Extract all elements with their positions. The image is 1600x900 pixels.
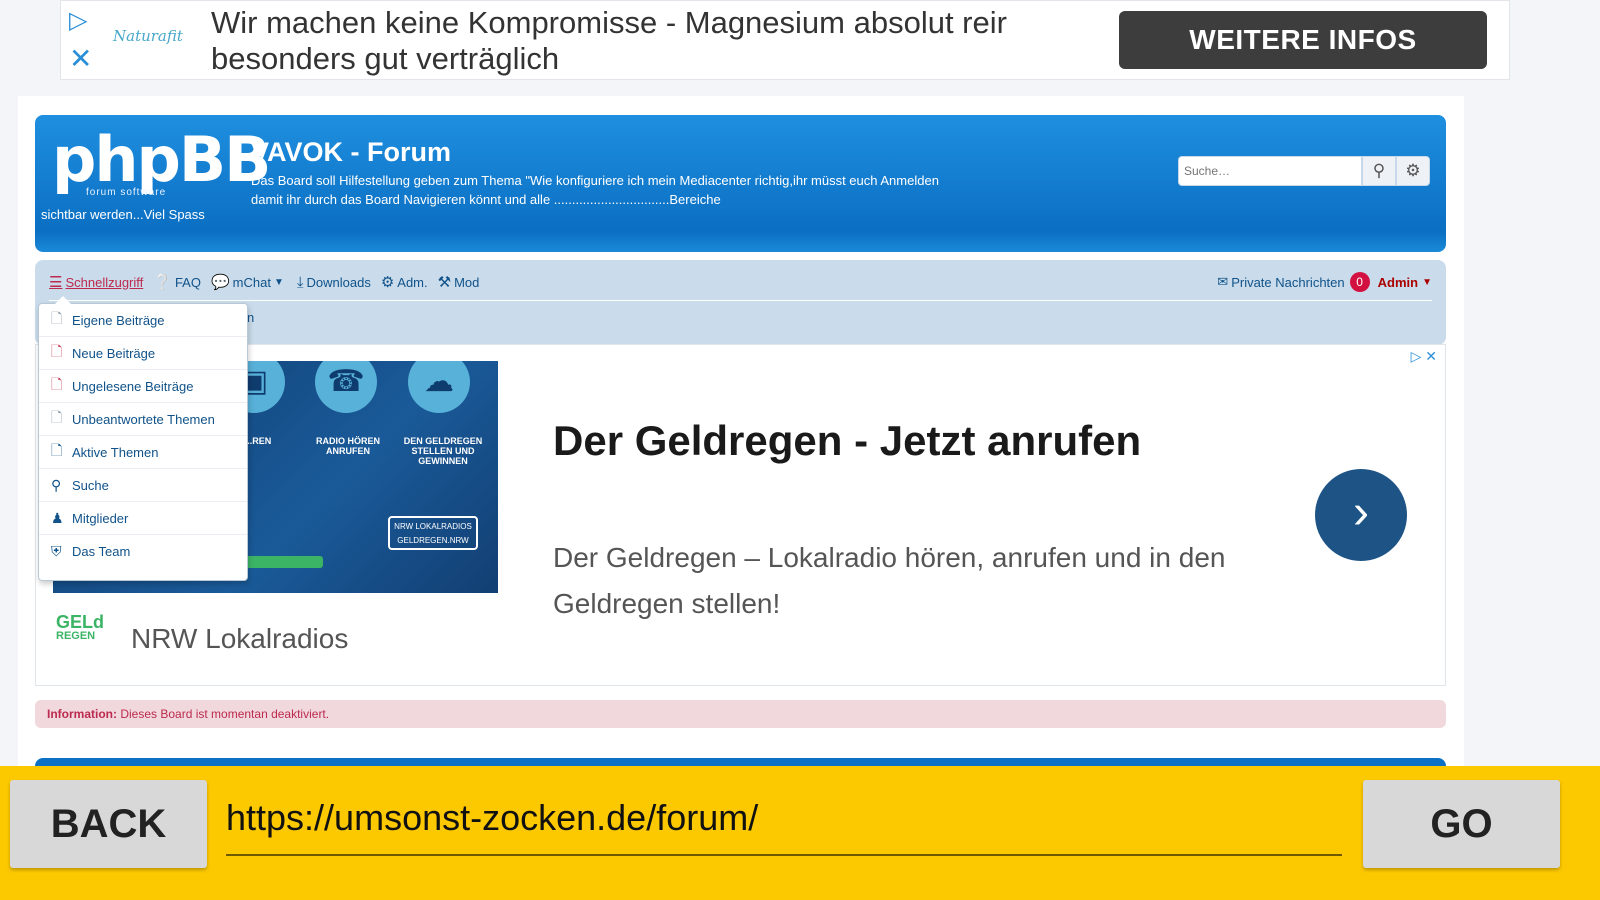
dropdown-item-own-posts[interactable]: 🗋 Eigene Beiträge	[39, 304, 247, 337]
nav-mchat[interactable]: 💬 mChat ▼	[211, 273, 287, 291]
pm-count-badge: 0	[1349, 272, 1370, 292]
dropdown-item-label: Eigene Beiträge	[72, 312, 165, 328]
user-menu-admin[interactable]: Admin	[1378, 275, 1418, 290]
close-icon[interactable]: ✕	[69, 45, 97, 73]
logo-text: phpBB	[52, 123, 271, 196]
nav-links: ☰ Schnellzugriff ❔ FAQ 💬 mChat ▼ ⤓ Downl…	[49, 270, 489, 294]
menu-icon: ☰	[49, 274, 63, 291]
group-icon: ♟	[51, 509, 64, 526]
search-input[interactable]	[1178, 156, 1362, 186]
dropdown-item-label: Aktive Themen	[72, 444, 159, 460]
nav-downloads-label: Downloads	[306, 274, 371, 290]
nav-divider	[49, 300, 1432, 301]
nav-quick-label: Schnellzugriff	[65, 274, 144, 290]
envelope-icon: ✉	[1217, 274, 1229, 289]
forum-header: phpBB forum software VAVOK - Forum Das B…	[35, 115, 1446, 252]
dropdown-item-search[interactable]: ⚲ Suche	[39, 469, 247, 502]
chat-icon: 💬	[210, 274, 230, 291]
nav-faq-label: FAQ	[174, 274, 201, 290]
site-title[interactable]: VAVOK - Forum	[251, 137, 451, 168]
search-button[interactable]: ⚲	[1362, 156, 1396, 186]
caret-down-icon: ▼	[1422, 276, 1432, 288]
caret-down-icon: ▼	[273, 276, 284, 288]
dropdown-item-label: Mitglieder	[72, 510, 129, 526]
nav-adm[interactable]: ⚙ Adm.	[381, 273, 428, 291]
dropdown-item-new-posts[interactable]: 🗋 Neue Beiträge	[39, 337, 247, 370]
nav-private-messages[interactable]: Private Nachrichten	[1231, 275, 1344, 290]
dropdown-item-label: Suche	[72, 477, 109, 493]
advanced-search-button[interactable]: ⚙	[1396, 156, 1430, 186]
nav-mchat-label: mChat	[232, 274, 271, 290]
dropdown-item-members[interactable]: ♟ Mitglieder	[39, 502, 247, 535]
ad-brand-logo-top: GELd	[56, 612, 104, 632]
ad-body: Der Geldregen – Lokalradio hören, anrufe…	[553, 542, 1226, 619]
chevron-right-icon: ›	[1353, 486, 1369, 539]
file-icon: 🗋	[51, 310, 63, 326]
ad-brand-logo: Naturafit	[113, 27, 183, 45]
logo-subtext: forum software	[86, 187, 167, 198]
adchoices-icon[interactable]: ▷ ✕	[1411, 348, 1437, 365]
nav-faq[interactable]: ❔ FAQ	[153, 273, 201, 291]
adchoices-play-icon[interactable]: ▷	[69, 7, 97, 35]
ad-icons: ▷ ✕	[69, 7, 99, 73]
ad-image-nrw-box-sub: GELDREGEN.NRW	[397, 536, 469, 545]
dropdown-item-unread-posts[interactable]: 🗋 Ungelesene Beiträge	[39, 370, 247, 403]
ad-text-line1: Wir machen keine Kompromisse - Magnesium…	[211, 5, 1007, 40]
dropdown-item-label: Unbeantwortete Themen	[72, 411, 215, 427]
file-red-icon: 🗋	[51, 343, 63, 359]
gears-icon: ⚙	[380, 274, 395, 291]
question-icon: ❔	[153, 274, 172, 291]
dropdown-item-label: Ungelesene Beiträge	[72, 378, 194, 394]
ad-text-line2: besonders gut verträglich	[211, 41, 560, 76]
nav-mod[interactable]: ⚒ Mod	[438, 273, 480, 291]
address-bar: BACK GO	[0, 766, 1600, 900]
dropdown-item-active-topics[interactable]: 🗋 Aktive Themen	[39, 436, 247, 469]
site-description-cont: sichtbar werden...Viel Spass	[41, 207, 205, 222]
nav-adm-label: Adm.	[397, 274, 428, 290]
info-text: Dieses Board ist momentan deaktiviert.	[120, 707, 330, 721]
dropdown-item-team[interactable]: ⛨ Das Team	[39, 535, 247, 568]
top-ad-banner[interactable]: ▷ ✕ Naturafit Wir machen keine Kompromis…	[60, 0, 1510, 80]
ad-image-nrw-box-title: NRW LOKALRADIOS	[394, 522, 472, 531]
search-icon: ⚲	[1372, 161, 1386, 180]
ad-brand-logo: GELd REGEN	[56, 612, 116, 643]
quick-links-dropdown: 🗋 Eigene Beiträge 🗋 Neue Beiträge 🗋 Unge…	[38, 296, 248, 581]
info-label: Information:	[47, 707, 117, 721]
gear-icon: ⚙	[1405, 161, 1421, 180]
ad-cta-button[interactable]: WEITERE INFOS	[1119, 11, 1487, 69]
ad-image-caption-3: DEN GELDREGEN STELLEN UND GEWINNEN	[403, 436, 483, 466]
file-red-icon: 🗋	[51, 376, 63, 392]
ad-image-caption-2: RADIO HÖREN ANRUFEN	[315, 436, 380, 456]
ad-brand-name[interactable]: NRW Lokalradios	[131, 623, 348, 655]
shield-icon: ⛨	[51, 543, 62, 559]
nav-user-area: ✉ Private Nachrichten 0 Admin ▼	[1217, 270, 1432, 294]
dropdown-item-unanswered[interactable]: 🗋 Unbeantwortete Themen	[39, 403, 247, 436]
ad-text[interactable]: Wir machen keine Kompromisse - Magnesium…	[211, 5, 1111, 77]
download-icon: ⤓	[296, 273, 304, 291]
ad-image-rain-icon: ☁	[408, 361, 470, 413]
go-button[interactable]: GO	[1363, 780, 1560, 868]
nav-mod-label: Mod	[454, 274, 480, 290]
ad-image-phone-icon: ☎	[315, 361, 377, 413]
gavel-icon: ⚒	[437, 274, 452, 291]
ad-next-button[interactable]: ›	[1315, 469, 1407, 561]
nav-downloads[interactable]: ⤓ Downloads	[297, 274, 371, 291]
ad-image-nrw-box: NRW LOKALRADIOS GELDREGEN.NRW	[388, 516, 478, 550]
url-input[interactable]	[226, 788, 1342, 856]
site-description: Das Board soll Hilfestellung geben zum T…	[251, 173, 939, 207]
board-disabled-notice: Information: Dieses Board ist momentan d…	[35, 700, 1446, 728]
dropdown-item-label: Neue Beiträge	[72, 345, 156, 361]
phpbb-logo[interactable]: phpBB forum software	[52, 123, 271, 199]
nav-quick-links[interactable]: ☰ Schnellzugriff	[49, 273, 143, 291]
ad-brand-logo-bottom: REGEN	[56, 630, 96, 642]
file-icon: 🗋	[51, 409, 63, 425]
breadcrumb-fragment[interactable]: n	[247, 310, 254, 325]
ad-headline[interactable]: Der Geldregen - Jetzt anrufen	[553, 417, 1141, 465]
dropdown-item-label: Das Team	[72, 544, 131, 559]
back-button[interactable]: BACK	[10, 780, 207, 868]
file-blue-icon: 🗋	[51, 442, 63, 458]
search-icon: ⚲	[51, 476, 62, 493]
